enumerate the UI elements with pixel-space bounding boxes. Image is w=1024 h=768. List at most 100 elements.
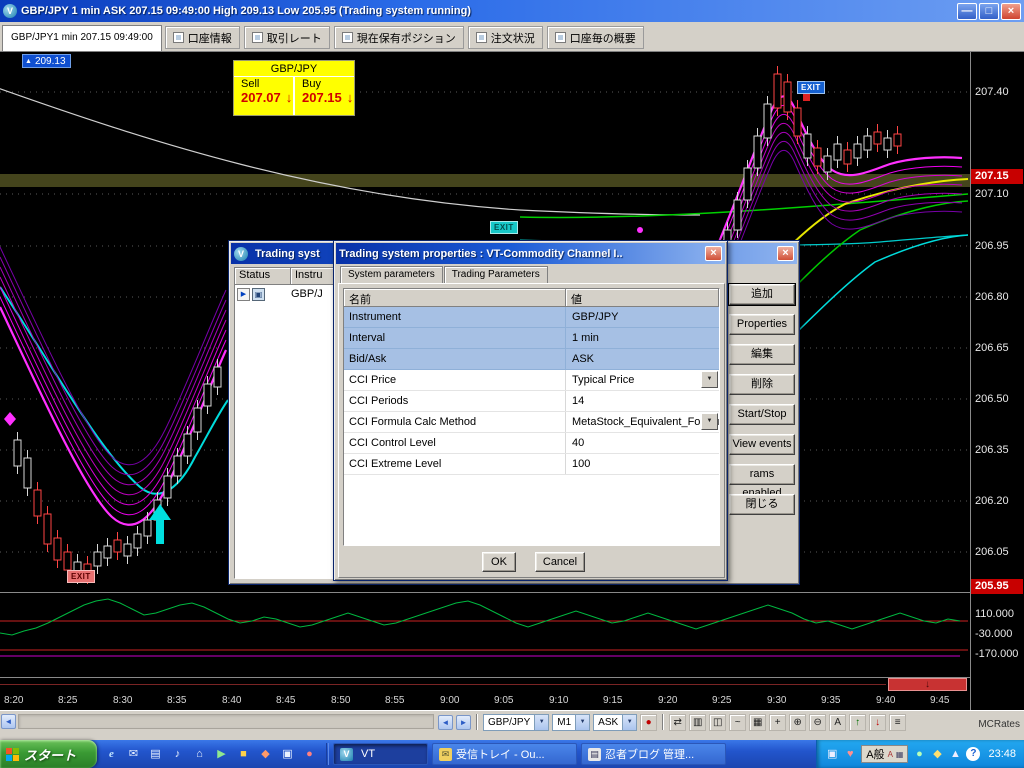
shift-chart-icon[interactable]: ⇄ [669, 713, 687, 731]
tab-account-info[interactable]: 口座情報 [164, 26, 240, 49]
line-chart-icon[interactable]: ~ [729, 713, 747, 731]
chart-back-button[interactable]: ◄ [438, 714, 453, 730]
tray-icon[interactable]: ▲ [948, 747, 962, 761]
taskbar-window-blog[interactable]: ▤ 忍者ブログ 管理... [581, 743, 726, 765]
tab-open-positions[interactable]: 現在保有ポジション [333, 26, 464, 49]
buy-button[interactable]: Buy 207.15 ↓ [295, 77, 354, 115]
dialog-titlebar[interactable]: Trading system properties : VT-Commodity… [336, 243, 725, 264]
param-row[interactable]: CCI Formula Calc Method MetaStock_Equiva… [344, 412, 719, 433]
window-title: GBP/JPY 1 min ASK 207.15 09:49:00 High 2… [21, 5, 471, 17]
start-stop-button[interactable]: Start/Stop [729, 404, 795, 425]
dropdown-button[interactable]: ▼ [701, 371, 718, 388]
candle-body [883, 137, 892, 151]
dropdown-icon[interactable]: ▼ [575, 714, 590, 730]
bar-chart-icon[interactable]: ▥ [689, 713, 707, 731]
zoom-out-icon[interactable]: ⊖ [809, 713, 827, 731]
list-icon[interactable]: ≡ [889, 713, 907, 731]
close-button[interactable]: × [1001, 2, 1021, 20]
close-icon[interactable]: × [705, 246, 722, 261]
dropdown-icon[interactable]: ▼ [534, 714, 549, 730]
column-status[interactable]: Status [235, 268, 291, 285]
app-shortcut-icon[interactable]: ▣ [279, 746, 296, 763]
text-tool-icon[interactable]: A [829, 713, 847, 731]
sell-marker-icon[interactable]: ↓ [869, 713, 887, 731]
taskbar: スタート e ✉ ▤ ♪ ⌂ ▶ ■ ◆ ▣ ● V VT ✉ 受信トレイ - … [0, 740, 1024, 768]
buy-marker-icon[interactable]: ↑ [849, 713, 867, 731]
column-value-header[interactable]: 値 [566, 289, 719, 307]
param-row[interactable]: Interval 1 min [344, 328, 719, 349]
media-icon[interactable]: ♪ [169, 746, 186, 763]
timeframe-combo[interactable]: M1 ▼ [552, 713, 591, 731]
tab-trading-parameters[interactable]: Trading Parameters [443, 266, 548, 284]
scroll-left-button[interactable]: ◄ [1, 714, 16, 729]
tab-order-status[interactable]: 注文状況 [467, 26, 543, 49]
price-type-combo[interactable]: ASK ▼ [593, 713, 638, 731]
close-icon[interactable]: × [777, 246, 794, 261]
tray-icon[interactable]: ◆ [930, 747, 944, 761]
ok-button[interactable]: OK [482, 552, 516, 572]
param-row[interactable]: Instrument GBP/JPY [344, 307, 719, 328]
dropdown-icon[interactable]: ▼ [622, 714, 637, 730]
minimize-button[interactable]: — [957, 2, 977, 20]
document-icon[interactable]: ▤ [147, 746, 164, 763]
symbol-combo[interactable]: GBP/JPY ▼ [483, 713, 550, 731]
help-tray-icon[interactable]: ? [966, 747, 981, 761]
candle-body [773, 73, 782, 109]
tab-account-summary[interactable]: 口座毎の概要 [546, 26, 644, 49]
tray-icon[interactable]: ♥ [843, 747, 857, 761]
column-name-header[interactable]: 名前 [344, 289, 566, 307]
tab-icon [554, 32, 566, 43]
app-shortcut-icon[interactable]: ■ [235, 746, 252, 763]
app-shortcut-icon[interactable]: ● [301, 746, 318, 763]
view-events-button[interactable]: View events [729, 434, 795, 455]
ime-pen-icon: A [887, 749, 893, 759]
taskbar-window-mail[interactable]: ✉ 受信トレイ - Ou... [432, 743, 577, 765]
edit-button[interactable]: 編集 [729, 344, 795, 365]
mail-icon[interactable]: ✉ [125, 746, 142, 763]
candlestick-icon[interactable]: ◫ [709, 713, 727, 731]
chart-forward-button[interactable]: ► [456, 714, 471, 730]
candle-body [873, 131, 882, 145]
param-row[interactable]: CCI Periods 14 [344, 391, 719, 412]
sell-button[interactable]: Sell 207.07 ↓ [234, 77, 295, 115]
delete-button[interactable]: 削除 [729, 374, 795, 395]
properties-button[interactable]: Properties [729, 314, 795, 335]
tray-icon[interactable]: ● [912, 747, 926, 761]
alert-icon[interactable]: ● [640, 713, 658, 731]
start-button[interactable]: スタート [0, 740, 97, 768]
ime-bar[interactable]: A般 A ▦ [861, 745, 909, 763]
candle-body [63, 551, 72, 571]
app-shortcut-icon[interactable]: ◆ [257, 746, 274, 763]
crosshair-icon[interactable]: + [769, 713, 787, 731]
dropdown-button[interactable]: ▼ [701, 413, 718, 430]
tab-chart-active[interactable]: GBP/JPY1 min 207.15 09:49:00 [2, 25, 162, 51]
param-row[interactable]: CCI Price Typical Price ▼ [344, 370, 719, 391]
zoom-in-icon[interactable]: ⊕ [789, 713, 807, 731]
candle-body [833, 143, 842, 161]
application-window: V GBP/JPY 1 min ASK 207.15 09:49:00 High… [0, 0, 1024, 768]
tray-icon[interactable]: ▣ [825, 747, 839, 761]
tab-dealing-rates[interactable]: 取引レート [243, 26, 330, 49]
browser-icon[interactable]: e [103, 746, 120, 763]
app-shortcut-icon[interactable]: ▶ [213, 746, 230, 763]
restore-button[interactable]: □ [979, 2, 999, 20]
desktop-icon[interactable]: ⌂ [191, 746, 208, 763]
taskbar-window-vt[interactable]: V VT [333, 743, 428, 765]
add-button[interactable]: 追加 [728, 283, 796, 306]
toolbar-separator [476, 714, 478, 730]
param-row[interactable]: CCI Extreme Level 100 [344, 454, 719, 475]
time-label: 9:40 [876, 695, 896, 706]
cancel-button[interactable]: Cancel [535, 552, 585, 572]
param-row[interactable]: CCI Control Level 40 [344, 433, 719, 454]
grid-icon[interactable]: ▦ [749, 713, 767, 731]
scroll-track[interactable] [18, 714, 434, 729]
tab-system-parameters[interactable]: System parameters [340, 266, 443, 284]
param-row[interactable]: Bid/Ask ASK [344, 349, 719, 370]
alarm-marker[interactable]: ↓ [888, 678, 967, 691]
close-window-button[interactable]: 閉じる [729, 494, 795, 515]
time-label: 8:35 [167, 695, 187, 706]
params-enabled-button[interactable]: rams enabled [729, 464, 795, 499]
price-axis-label: 206.35 [975, 444, 1009, 456]
cci-indicator-canvas[interactable] [0, 593, 970, 677]
system-tray: ▣ ♥ A般 A ▦ ● ◆ ▲ ? 23:48 [816, 740, 1024, 768]
